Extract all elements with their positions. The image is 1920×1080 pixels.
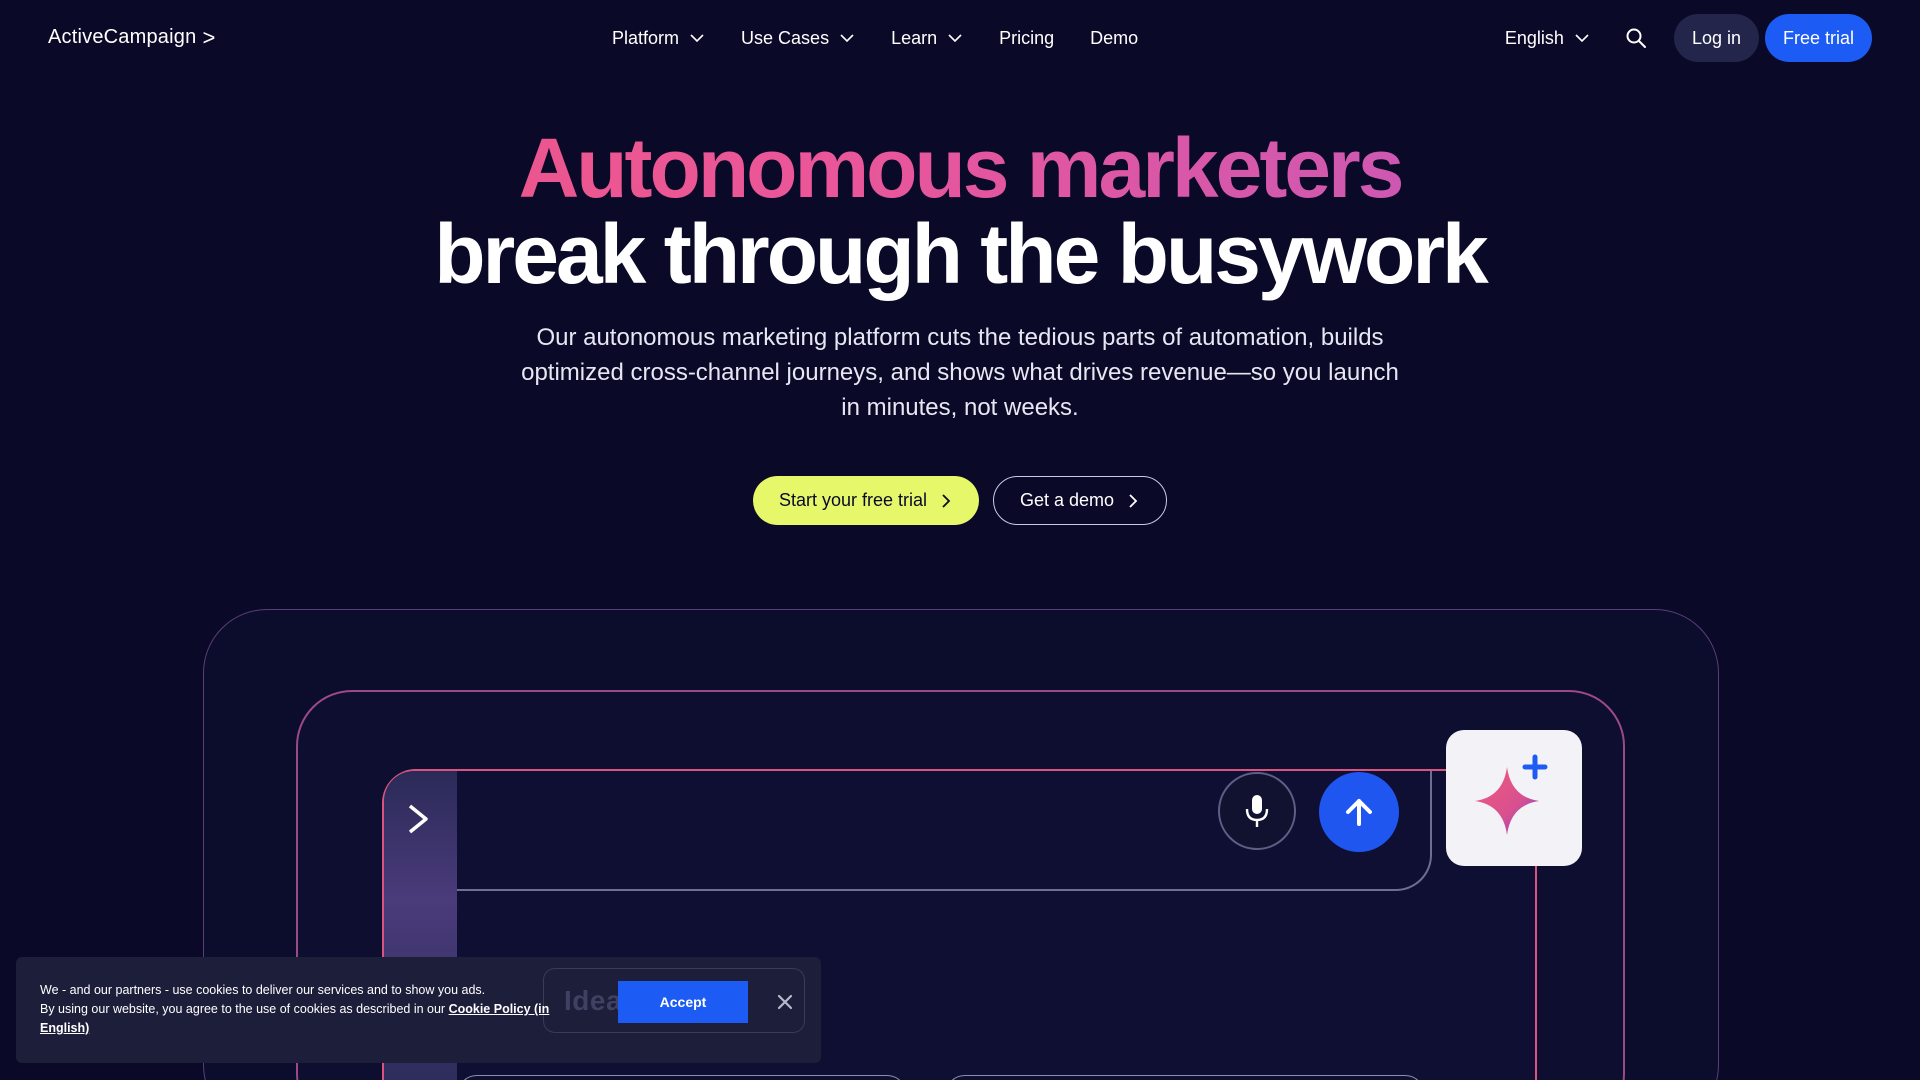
accept-cookies-button[interactable]: Accept — [618, 981, 748, 1023]
cookie-banner: Idea t We - and our partners - use cooki… — [16, 957, 821, 1063]
arrow-up-icon — [1346, 799, 1372, 826]
chevron-down-icon — [1575, 34, 1589, 43]
activecampaign-logo[interactable]: ActiveCampaign > — [48, 26, 216, 49]
nav-item-label: Demo — [1090, 27, 1139, 48]
microphone-icon — [1245, 795, 1269, 827]
login-button[interactable]: Log in — [1673, 14, 1759, 62]
brand-name: ActiveCampaign — [48, 26, 197, 48]
chevron-down-icon — [948, 34, 962, 43]
start-free-trial-button[interactable]: Start your free trial — [752, 476, 979, 525]
hero-headline-line2: break through the busywork — [434, 207, 1489, 301]
nav-item-demo[interactable]: Demo — [1090, 22, 1138, 54]
illustration-option-pill — [945, 1075, 1425, 1080]
header-actions: English Log in Free trial — [1505, 14, 1872, 62]
microphone-button[interactable] — [1218, 772, 1296, 850]
hero-cta-row: Start your free trial Get a demo — [0, 476, 1920, 525]
cookie-line2: By using our website, you agree to the u… — [40, 1000, 580, 1038]
nav-item-label: Pricing — [999, 27, 1055, 48]
nav-item-pricing[interactable]: Pricing — [999, 22, 1054, 54]
send-button[interactable] — [1319, 772, 1399, 852]
nav-item-label: Use Cases — [741, 27, 830, 48]
illustration-inner-frame-edge — [1535, 860, 1537, 1080]
chevron-down-icon — [840, 34, 854, 43]
chevron-right-icon — [1129, 493, 1138, 508]
activecampaign-chevron-icon — [408, 804, 428, 834]
cookie-message: We - and our partners - use cookies to d… — [40, 981, 580, 1038]
cta-label: Get a demo — [1020, 490, 1115, 510]
brand-chevron-icon: > — [202, 24, 216, 50]
ai-sparkle-card — [1446, 730, 1582, 866]
hero-subtitle: Our autonomous marketing platform cuts t… — [521, 324, 1399, 421]
free-trial-button[interactable]: Free trial — [1764, 14, 1872, 62]
nav-item-platform[interactable]: Platform — [612, 22, 705, 54]
language-selector[interactable]: English — [1505, 28, 1590, 49]
cta-label: Start your free trial — [778, 490, 927, 510]
main-nav: Platform Use Cases Learn Pricing Demo — [612, 22, 1174, 54]
language-label: English — [1504, 27, 1564, 48]
cookie-line1: We - and our partners - use cookies to d… — [40, 983, 486, 997]
cookie-line2-text: By using our website, you agree to the u… — [40, 1002, 449, 1016]
nav-item-label: Learn — [891, 27, 938, 48]
nav-item-learn[interactable]: Learn — [891, 22, 963, 54]
get-demo-button[interactable]: Get a demo — [993, 476, 1168, 525]
nav-item-use-cases[interactable]: Use Cases — [741, 22, 855, 54]
hero-headline-line1: Autonomous marketers — [0, 118, 1920, 218]
sparkle-icon — [1475, 754, 1548, 835]
search-icon[interactable] — [1624, 26, 1648, 50]
close-icon[interactable] — [776, 993, 794, 1011]
chevron-down-icon — [690, 34, 704, 43]
nav-item-label: Platform — [612, 27, 680, 48]
site-header: ActiveCampaign > Platform Use Cases Lear… — [0, 0, 1920, 76]
illustration-option-pill — [457, 1075, 907, 1080]
chevron-right-icon — [942, 493, 951, 508]
